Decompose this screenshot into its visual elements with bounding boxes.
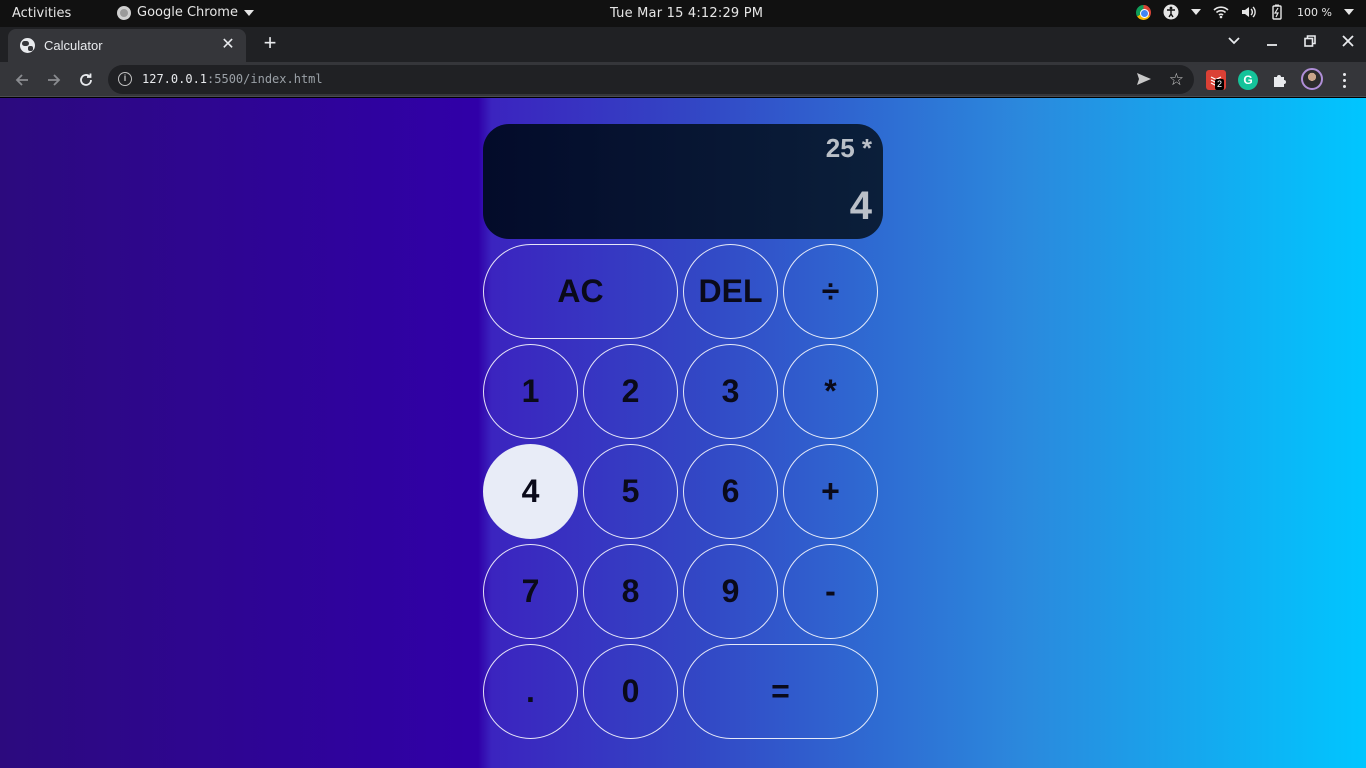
tab-strip: Calculator ✕ + bbox=[0, 27, 1366, 62]
digit-8-button[interactable]: 8 bbox=[583, 544, 678, 639]
profile-avatar[interactable] bbox=[1301, 68, 1323, 90]
decimal-button[interactable]: . bbox=[483, 644, 578, 739]
chrome-menu-icon[interactable] bbox=[1338, 70, 1350, 90]
grammarly-extension-icon[interactable]: G bbox=[1238, 70, 1258, 90]
address-bar[interactable]: i 127.0.0.1:5500/index.html ☆ bbox=[108, 65, 1194, 94]
tab-search-chevron-icon[interactable] bbox=[1226, 33, 1242, 49]
digit-5-button[interactable]: 5 bbox=[583, 444, 678, 539]
chevron-down-icon bbox=[243, 9, 254, 16]
back-arrow-icon[interactable] bbox=[12, 70, 32, 90]
calculator-display: 25 * 4 bbox=[483, 124, 883, 239]
digit-2-button[interactable]: 2 bbox=[583, 344, 678, 439]
digit-1-button[interactable]: 1 bbox=[483, 344, 578, 439]
activities-button[interactable]: Activities bbox=[12, 6, 71, 21]
todoist-extension-icon[interactable]: 2 bbox=[1206, 70, 1226, 90]
close-icon[interactable]: ✕ bbox=[218, 35, 238, 55]
chevron-down-icon[interactable] bbox=[1344, 9, 1354, 15]
current-operand: 4 bbox=[849, 184, 872, 228]
add-button[interactable]: + bbox=[783, 444, 878, 539]
battery-icon[interactable] bbox=[1269, 4, 1285, 20]
chrome-app-icon bbox=[117, 5, 131, 20]
restore-icon[interactable] bbox=[1302, 33, 1318, 49]
tab-title: Calculator bbox=[44, 38, 103, 53]
new-tab-button[interactable]: + bbox=[258, 31, 282, 55]
delete-button[interactable]: DEL bbox=[683, 244, 778, 339]
wifi-icon[interactable] bbox=[1213, 4, 1229, 20]
accessibility-icon[interactable] bbox=[1163, 4, 1179, 20]
extensions-puzzle-icon[interactable] bbox=[1270, 70, 1290, 90]
send-tab-icon[interactable] bbox=[1136, 72, 1152, 91]
url-text[interactable]: 127.0.0.1:5500/index.html bbox=[142, 72, 323, 86]
close-window-icon[interactable] bbox=[1340, 33, 1356, 49]
app-menu-label: Google Chrome bbox=[137, 5, 238, 20]
reload-icon[interactable] bbox=[76, 70, 96, 90]
minimize-icon[interactable] bbox=[1264, 33, 1280, 49]
browser-toolbar: i 127.0.0.1:5500/index.html ☆ 2 G bbox=[0, 62, 1366, 97]
digit-9-button[interactable]: 9 bbox=[683, 544, 778, 639]
forward-arrow-icon[interactable] bbox=[44, 70, 64, 90]
digit-6-button[interactable]: 6 bbox=[683, 444, 778, 539]
multiply-button[interactable]: * bbox=[783, 344, 878, 439]
digit-0-button[interactable]: 0 bbox=[583, 644, 678, 739]
url-path: :5500/index.html bbox=[207, 72, 323, 86]
divide-button[interactable]: ÷ bbox=[783, 244, 878, 339]
chrome-tray-icon[interactable] bbox=[1136, 4, 1152, 20]
all-clear-button[interactable]: AC bbox=[483, 244, 678, 339]
tab-calculator[interactable]: Calculator ✕ bbox=[8, 29, 246, 62]
volume-icon[interactable] bbox=[1241, 4, 1257, 20]
bookmark-star-icon[interactable]: ☆ bbox=[1169, 70, 1184, 90]
page-background: 25 * 4 AC DEL ÷ 1 2 3 * 4 5 6 + 7 8 9 - … bbox=[0, 98, 1366, 768]
url-host: 127.0.0.1 bbox=[142, 72, 208, 86]
calculator: 25 * 4 AC DEL ÷ 1 2 3 * 4 5 6 + 7 8 9 - … bbox=[483, 124, 883, 739]
clock[interactable]: Tue Mar 15 4:12:29 PM bbox=[610, 6, 763, 21]
system-top-bar: Activities Google Chrome Tue Mar 15 4:12… bbox=[0, 0, 1366, 27]
system-tray[interactable]: 100 % bbox=[1136, 4, 1354, 20]
window-controls bbox=[1226, 33, 1356, 49]
globe-icon bbox=[20, 38, 35, 53]
app-menu[interactable]: Google Chrome bbox=[117, 5, 254, 20]
battery-percent: 100 % bbox=[1297, 5, 1332, 19]
digit-7-button[interactable]: 7 bbox=[483, 544, 578, 639]
digit-3-button[interactable]: 3 bbox=[683, 344, 778, 439]
chevron-down-icon[interactable] bbox=[1191, 9, 1202, 15]
info-icon[interactable]: i bbox=[118, 72, 132, 86]
extension-badge: 2 bbox=[1215, 79, 1225, 90]
previous-operand: 25 * bbox=[825, 133, 872, 163]
digit-4-button[interactable]: 4 bbox=[483, 444, 578, 539]
equals-button[interactable]: = bbox=[683, 644, 878, 739]
subtract-button[interactable]: - bbox=[783, 544, 878, 639]
